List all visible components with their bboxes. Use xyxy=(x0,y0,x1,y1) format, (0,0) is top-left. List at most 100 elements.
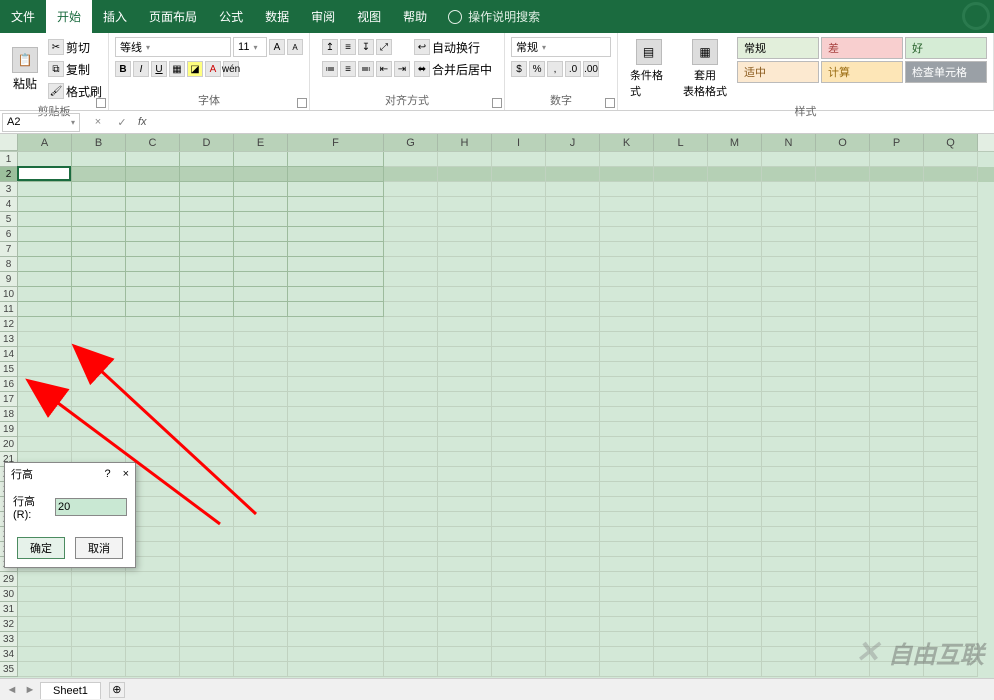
cell[interactable] xyxy=(870,182,924,197)
cell[interactable] xyxy=(546,437,600,452)
style-cell-normal[interactable]: 常规 xyxy=(737,37,819,59)
cell[interactable] xyxy=(438,302,492,317)
cell[interactable] xyxy=(492,197,546,212)
cell[interactable] xyxy=(288,482,384,497)
row-header-9[interactable]: 9 xyxy=(0,272,18,287)
cell[interactable] xyxy=(180,242,234,257)
cell[interactable] xyxy=(870,347,924,362)
cell[interactable] xyxy=(654,572,708,587)
cell[interactable] xyxy=(180,467,234,482)
cell[interactable] xyxy=(816,182,870,197)
cell[interactable] xyxy=(288,587,384,602)
cell[interactable] xyxy=(924,497,978,512)
cell[interactable] xyxy=(762,407,816,422)
alignment-dialog-launcher[interactable] xyxy=(492,98,502,108)
column-header-J[interactable]: J xyxy=(546,134,600,151)
cell[interactable] xyxy=(126,212,180,227)
cell[interactable] xyxy=(234,527,288,542)
cell[interactable] xyxy=(600,422,654,437)
tab-view[interactable]: 视图 xyxy=(346,0,392,33)
cell[interactable] xyxy=(708,467,762,482)
add-sheet-button[interactable]: ⊕ xyxy=(109,682,125,698)
cell[interactable] xyxy=(288,437,384,452)
cell[interactable] xyxy=(870,407,924,422)
cell[interactable] xyxy=(546,392,600,407)
tab-data[interactable]: 数据 xyxy=(254,0,300,33)
fill-color-button[interactable]: ◪ xyxy=(187,61,203,77)
cell[interactable] xyxy=(600,182,654,197)
cell[interactable] xyxy=(492,347,546,362)
cell[interactable] xyxy=(180,167,234,182)
row-header-13[interactable]: 13 xyxy=(0,332,18,347)
bold-button[interactable]: B xyxy=(115,61,131,77)
cell[interactable] xyxy=(492,392,546,407)
cell[interactable] xyxy=(708,632,762,647)
cell[interactable] xyxy=(708,287,762,302)
cell[interactable] xyxy=(654,317,708,332)
cell[interactable] xyxy=(18,392,72,407)
cell[interactable] xyxy=(816,542,870,557)
cell[interactable] xyxy=(126,392,180,407)
cell[interactable] xyxy=(438,182,492,197)
cell[interactable] xyxy=(492,662,546,677)
cell[interactable] xyxy=(870,287,924,302)
cell[interactable] xyxy=(924,437,978,452)
cell[interactable] xyxy=(18,572,72,587)
cell[interactable] xyxy=(600,362,654,377)
cell[interactable] xyxy=(600,167,654,182)
cell[interactable] xyxy=(288,242,384,257)
cell[interactable] xyxy=(654,182,708,197)
cell[interactable] xyxy=(492,437,546,452)
column-header-M[interactable]: M xyxy=(708,134,762,151)
cell[interactable] xyxy=(654,602,708,617)
cell[interactable] xyxy=(492,212,546,227)
cell[interactable] xyxy=(654,167,708,182)
cell[interactable] xyxy=(492,152,546,167)
cell[interactable] xyxy=(72,407,126,422)
row-header-20[interactable]: 20 xyxy=(0,437,18,452)
cell[interactable] xyxy=(72,272,126,287)
cell[interactable] xyxy=(384,527,438,542)
cell[interactable] xyxy=(816,602,870,617)
cell[interactable] xyxy=(816,467,870,482)
cell[interactable] xyxy=(924,647,978,662)
cell[interactable] xyxy=(180,212,234,227)
cell[interactable] xyxy=(762,467,816,482)
cell[interactable] xyxy=(816,512,870,527)
cell[interactable] xyxy=(762,332,816,347)
cell[interactable] xyxy=(870,467,924,482)
cell[interactable] xyxy=(126,572,180,587)
cell[interactable] xyxy=(72,617,126,632)
row-header-8[interactable]: 8 xyxy=(0,257,18,272)
cell[interactable] xyxy=(816,257,870,272)
cell[interactable] xyxy=(924,317,978,332)
cell[interactable] xyxy=(708,437,762,452)
cell[interactable] xyxy=(762,182,816,197)
cell[interactable] xyxy=(708,272,762,287)
cell[interactable] xyxy=(870,152,924,167)
cell[interactable] xyxy=(234,272,288,287)
cell[interactable] xyxy=(288,407,384,422)
cell[interactable] xyxy=(180,197,234,212)
cell[interactable] xyxy=(492,332,546,347)
cell[interactable] xyxy=(384,452,438,467)
cell[interactable] xyxy=(546,362,600,377)
cell[interactable] xyxy=(438,527,492,542)
cell[interactable] xyxy=(708,407,762,422)
cell[interactable] xyxy=(708,257,762,272)
cell[interactable] xyxy=(924,452,978,467)
cell[interactable] xyxy=(600,317,654,332)
cell[interactable] xyxy=(654,347,708,362)
cell[interactable] xyxy=(126,632,180,647)
cell[interactable] xyxy=(234,647,288,662)
cell[interactable] xyxy=(72,377,126,392)
cell[interactable] xyxy=(816,347,870,362)
paste-button[interactable]: 📋 粘贴 xyxy=(6,37,44,101)
cell[interactable] xyxy=(288,212,384,227)
phonetic-button[interactable]: wén xyxy=(223,61,239,77)
cell[interactable] xyxy=(924,512,978,527)
cell[interactable] xyxy=(234,572,288,587)
cell[interactable] xyxy=(288,542,384,557)
cell[interactable] xyxy=(816,152,870,167)
cell[interactable] xyxy=(180,617,234,632)
